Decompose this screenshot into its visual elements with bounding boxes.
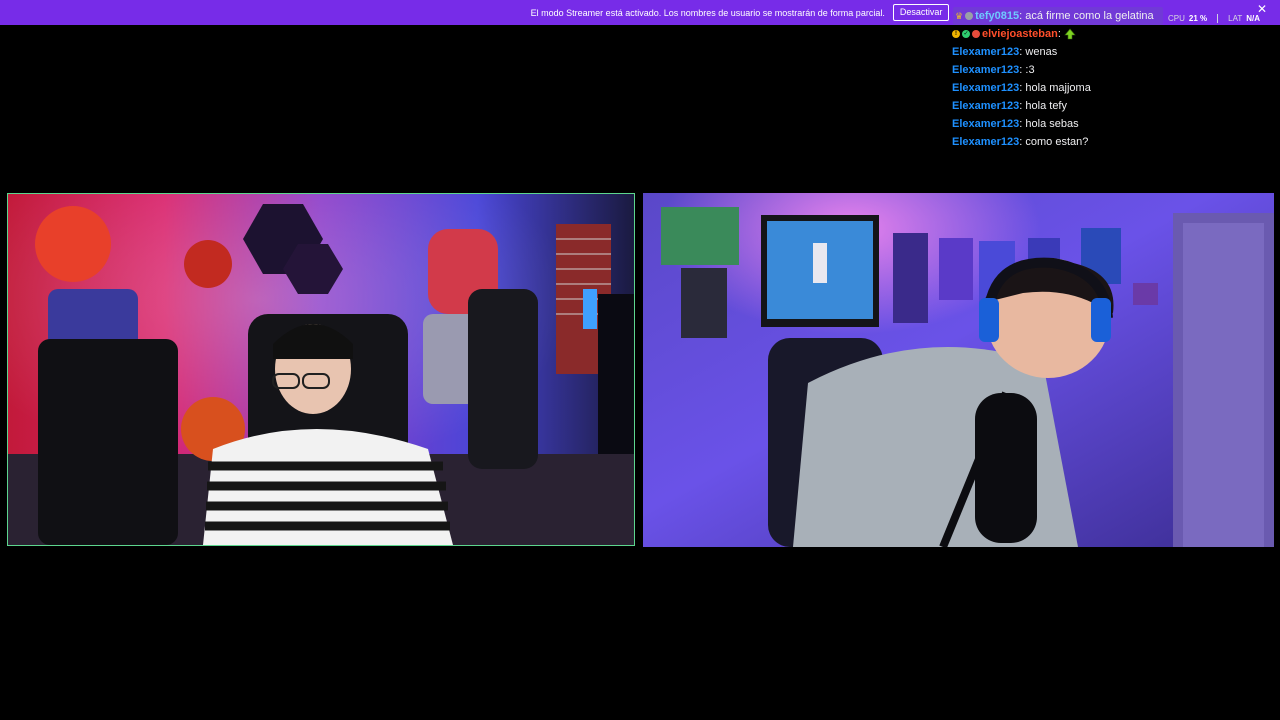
chat-text: hola majjoma [1025,82,1091,94]
chat-overlay: ♛ tefy0815: acá firme como la gelatina !… [952,7,1167,151]
bits-badge-icon: ! [952,30,960,38]
chat-username[interactable]: Elexamer123 [952,43,1019,61]
verified-badge-icon: ✓ [962,30,970,38]
chat-message: ! ✓ elviejoasteban: [952,25,1167,43]
chat-text: hola tefy [1025,100,1067,112]
lat-label: LAT [1228,13,1243,23]
chat-username[interactable]: Elexamer123 [952,97,1019,115]
chat-username[interactable]: elviejoasteban [982,25,1058,43]
chat-username[interactable]: Elexamer123 [952,61,1019,79]
chat-message: Elexamer123: hola sebas [952,115,1167,133]
chat-username[interactable]: Elexamer123 [952,115,1019,133]
webcam-left [7,193,635,546]
chat-message: ♛ tefy0815: acá firme como la gelatina [953,7,1163,25]
cpu-label: CPU [1168,13,1185,23]
chat-message: Elexamer123: hola majjoma [952,79,1167,97]
chat-text: acá firme como la gelatina [1025,10,1154,22]
chat-username[interactable]: Elexamer123 [952,79,1019,97]
webcam-right-scene [643,193,1274,547]
chat-text: hola sebas [1025,118,1079,130]
chat-text: :3 [1025,64,1035,76]
streamer-mode-text: El modo Streamer está activado. Los nomb… [530,7,885,18]
chat-username[interactable]: tefy0815 [975,7,1019,25]
chat-message: Elexamer123: como estan? [952,133,1167,151]
sub-badge-icon [965,12,974,20]
stream-stats: CPU 21 % LAT N/A [1168,11,1260,25]
chat-username[interactable]: Elexamer123 [952,133,1019,151]
webcam-left-scene [8,194,634,545]
disable-streamer-mode-button[interactable]: Desactivar [892,4,950,21]
chat-message: Elexamer123: wenas [952,43,1167,61]
chat-message: Elexamer123: hola tefy [952,97,1167,115]
chat-text: wenas [1025,46,1058,58]
close-icon[interactable]: ✕ [1256,3,1268,15]
stats-divider [1217,13,1219,23]
chat-message: Elexamer123: :3 [952,61,1167,79]
webcam-right [643,193,1274,547]
chat-text: como estan? [1025,136,1089,148]
crown-badge-icon: ♛ [955,11,964,21]
vip-badge-icon [972,30,980,38]
cpu-value: 21 % [1188,13,1208,23]
stream-stage: El modo Streamer está activado. Los nomb… [0,0,1280,720]
arrow-emote-icon [1064,28,1076,40]
